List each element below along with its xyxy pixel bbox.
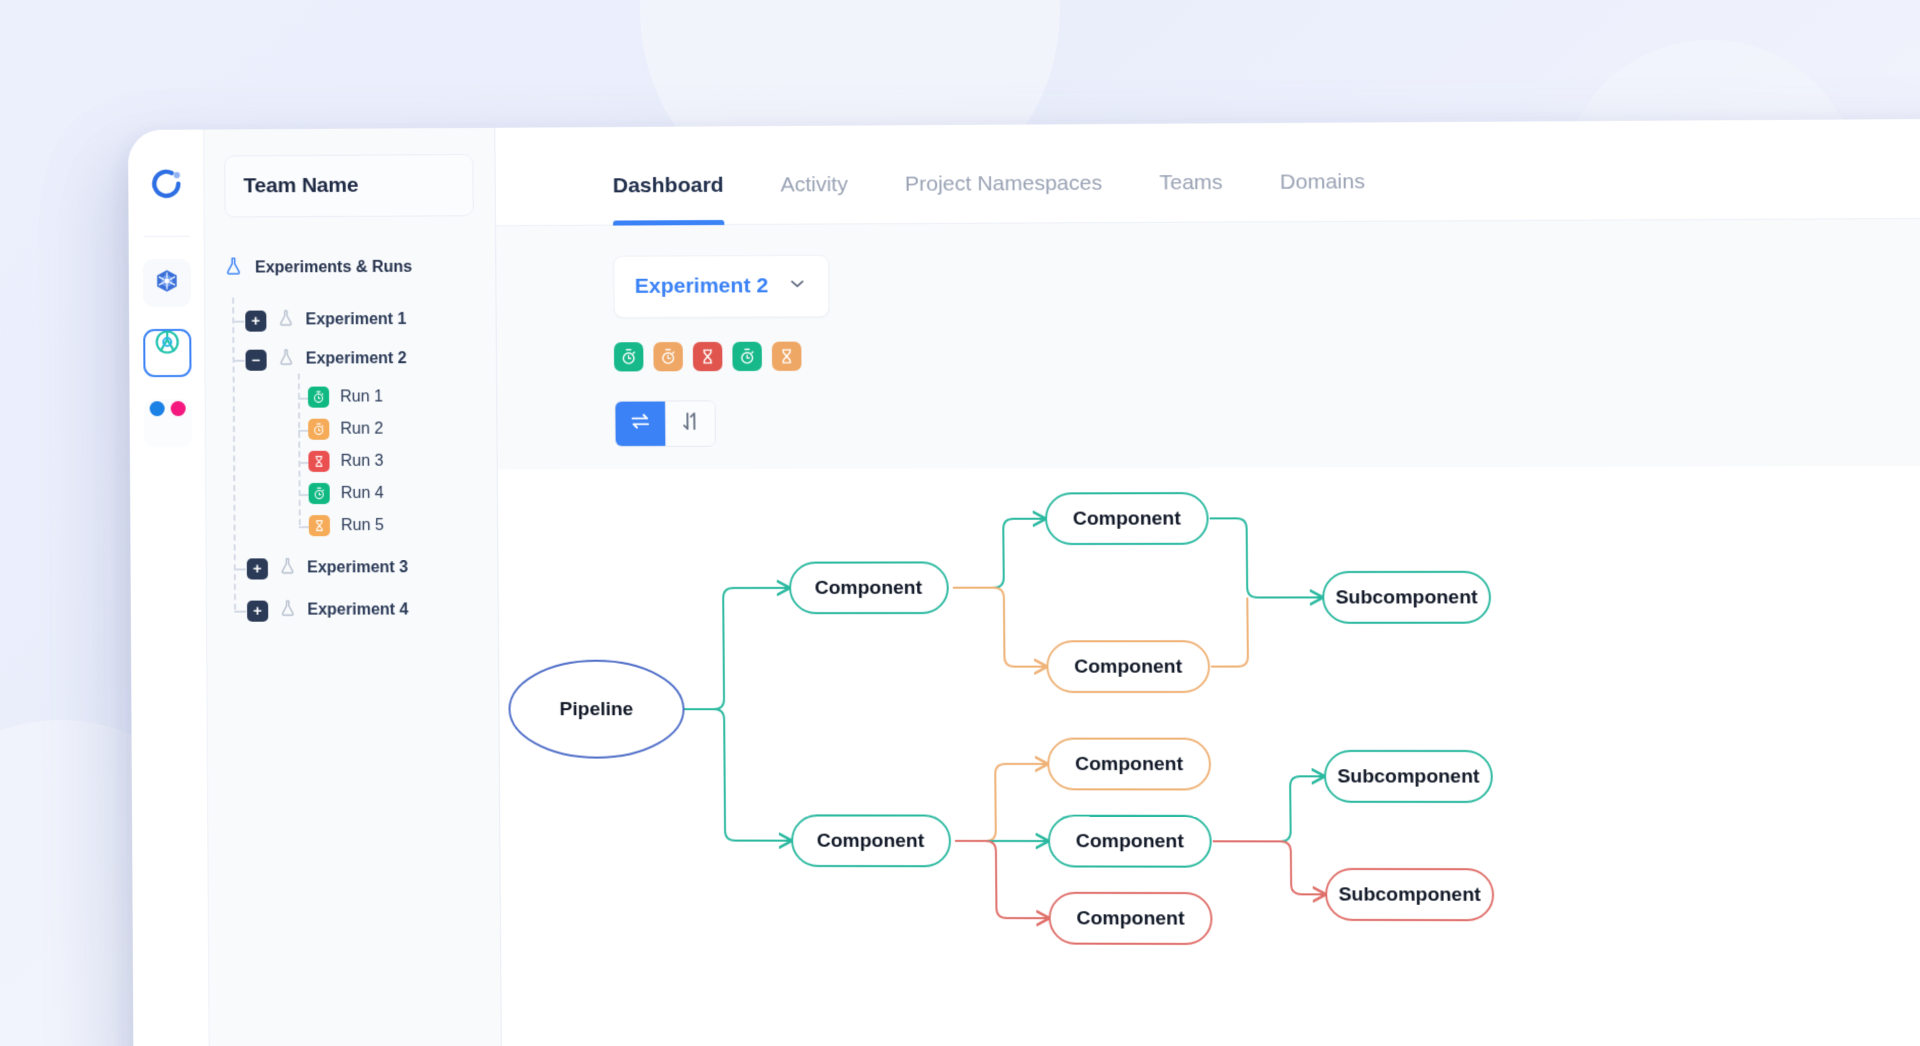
chevron-down-icon (786, 273, 808, 299)
flask-icon (277, 348, 296, 372)
tab-dashboard[interactable]: Dashboard (613, 174, 724, 225)
app-window: Team Name Experiments & Runs + (128, 118, 1920, 1046)
svg-text:Component: Component (1073, 508, 1182, 529)
sidebar-item-pipelines[interactable] (143, 329, 191, 377)
run-label: Run 5 (341, 516, 384, 534)
tab-domains[interactable]: Domains (1280, 170, 1366, 221)
horizontal-layout-button[interactable] (615, 402, 665, 446)
status-badge[interactable] (653, 342, 683, 371)
tree-node-experiment-4[interactable]: + Experiment 4 (247, 593, 498, 627)
svg-text:Component: Component (1075, 754, 1184, 775)
tree-node-label: Experiment 3 (307, 559, 408, 577)
run-list: Run 1 Run 2 (246, 381, 498, 541)
sidebar-item-kubernetes[interactable] (142, 259, 190, 307)
tree-node-label: Experiment 1 (305, 311, 406, 329)
svg-text:Subcomponent: Subcomponent (1335, 587, 1478, 609)
tab-teams[interactable]: Teams (1159, 171, 1223, 222)
pipeline-graph: Pipeline Component Component Component (498, 466, 1920, 1040)
flask-icon (278, 599, 297, 623)
flask-icon (223, 255, 244, 281)
svg-text:Component: Component (1076, 908, 1185, 930)
status-badge[interactable] (732, 342, 762, 371)
run-label: Run 4 (341, 484, 384, 502)
tree-root[interactable]: Experiments & Runs (223, 254, 496, 281)
node-pipeline: Pipeline (509, 661, 684, 758)
list-item[interactable]: Run 5 (309, 510, 497, 542)
experiment-select-label: Experiment 2 (635, 274, 769, 299)
tree-node-experiment-2[interactable]: – Experiment 2 (245, 342, 496, 377)
list-item[interactable]: Run 2 (308, 413, 496, 445)
svg-text:Subcomponent: Subcomponent (1337, 766, 1480, 788)
node-component: Component (792, 815, 950, 866)
node-component: Component (1047, 641, 1209, 692)
expand-toggle[interactable]: – (245, 349, 266, 370)
tree-node-label: Experiment 2 (306, 350, 407, 368)
two-dots-icon (149, 401, 185, 416)
tree-node-label: Experiment 4 (307, 601, 408, 619)
svg-text:Component: Component (1074, 656, 1183, 677)
dashboard-content: Experiment 2 (496, 218, 1920, 1046)
node-subcomponent: Subcomponent (1325, 751, 1492, 802)
status-badge[interactable] (772, 342, 802, 371)
flask-icon (278, 556, 297, 580)
top-navigation: Dashboard Activity Project Namespaces Te… (495, 118, 1920, 226)
node-component: Component (1048, 739, 1210, 790)
vertical-sort-arrows-icon (679, 409, 703, 437)
run-status-chips (614, 342, 802, 372)
tree-node-experiment-3[interactable]: + Experiment 3 (247, 551, 498, 586)
node-subcomponent: Subcomponent (1326, 869, 1493, 920)
layout-toggle-group (614, 400, 716, 447)
experiment-tree: Experiments & Runs + Experiment 1 – (205, 240, 498, 633)
node-component: Component (1049, 893, 1211, 944)
svg-text:Pipeline: Pipeline (560, 699, 634, 720)
list-item[interactable]: Run 3 (308, 445, 496, 477)
teal-globe-icon (153, 327, 181, 378)
hourglass-icon (308, 451, 329, 472)
pipeline-graph-canvas[interactable]: Pipeline Component Component Component (498, 466, 1920, 1046)
stopwatch-icon (308, 419, 329, 440)
svg-text:Component: Component (817, 831, 925, 852)
svg-text:Subcomponent: Subcomponent (1338, 884, 1481, 906)
tree-group: + Experiment 1 – Experime (223, 303, 498, 628)
main-area: Dashboard Activity Project Namespaces Te… (495, 118, 1920, 1046)
node-component: Component (1049, 816, 1211, 867)
vertical-layout-button[interactable] (665, 401, 715, 445)
circular-loader-logo[interactable] (144, 162, 188, 206)
svg-text:Component: Component (1076, 831, 1185, 852)
node-subcomponent: Subcomponent (1323, 572, 1490, 623)
tree-root-label: Experiments & Runs (255, 259, 412, 278)
node-component: Component (790, 562, 948, 613)
experiment-select[interactable]: Experiment 2 (613, 255, 829, 318)
kubernetes-cube-icon (153, 267, 179, 298)
chevron-down-icon (434, 173, 454, 198)
status-badge[interactable] (614, 342, 644, 371)
list-item[interactable]: Run 4 (309, 478, 497, 510)
tab-activity[interactable]: Activity (780, 173, 848, 224)
icon-rail (128, 130, 210, 1046)
rail-divider (143, 236, 189, 237)
svg-text:Component: Component (815, 578, 923, 599)
team-select-label: Team Name (243, 174, 358, 199)
run-label: Run 2 (340, 420, 383, 438)
expand-toggle[interactable]: + (245, 310, 266, 331)
expand-toggle[interactable]: + (247, 600, 268, 621)
stopwatch-icon (308, 387, 329, 408)
team-select[interactable]: Team Name (224, 154, 474, 218)
stopwatch-icon (309, 483, 330, 504)
flask-icon (276, 308, 295, 332)
horizontal-swap-arrows-icon (629, 410, 652, 438)
run-label: Run 3 (341, 452, 384, 470)
node-component: Component (1046, 493, 1208, 544)
run-label: Run 1 (340, 388, 383, 406)
tree-node-experiment-1[interactable]: + Experiment 1 (245, 303, 496, 338)
list-item[interactable]: Run 1 (308, 381, 496, 413)
sidebar-item-workspaces[interactable] (143, 399, 191, 447)
experiments-sidebar: Team Name Experiments & Runs + (204, 128, 503, 1046)
status-badge[interactable] (693, 342, 723, 371)
hourglass-icon (309, 515, 330, 536)
expand-toggle[interactable]: + (247, 558, 268, 579)
tab-project-namespaces[interactable]: Project Namespaces (905, 172, 1103, 224)
